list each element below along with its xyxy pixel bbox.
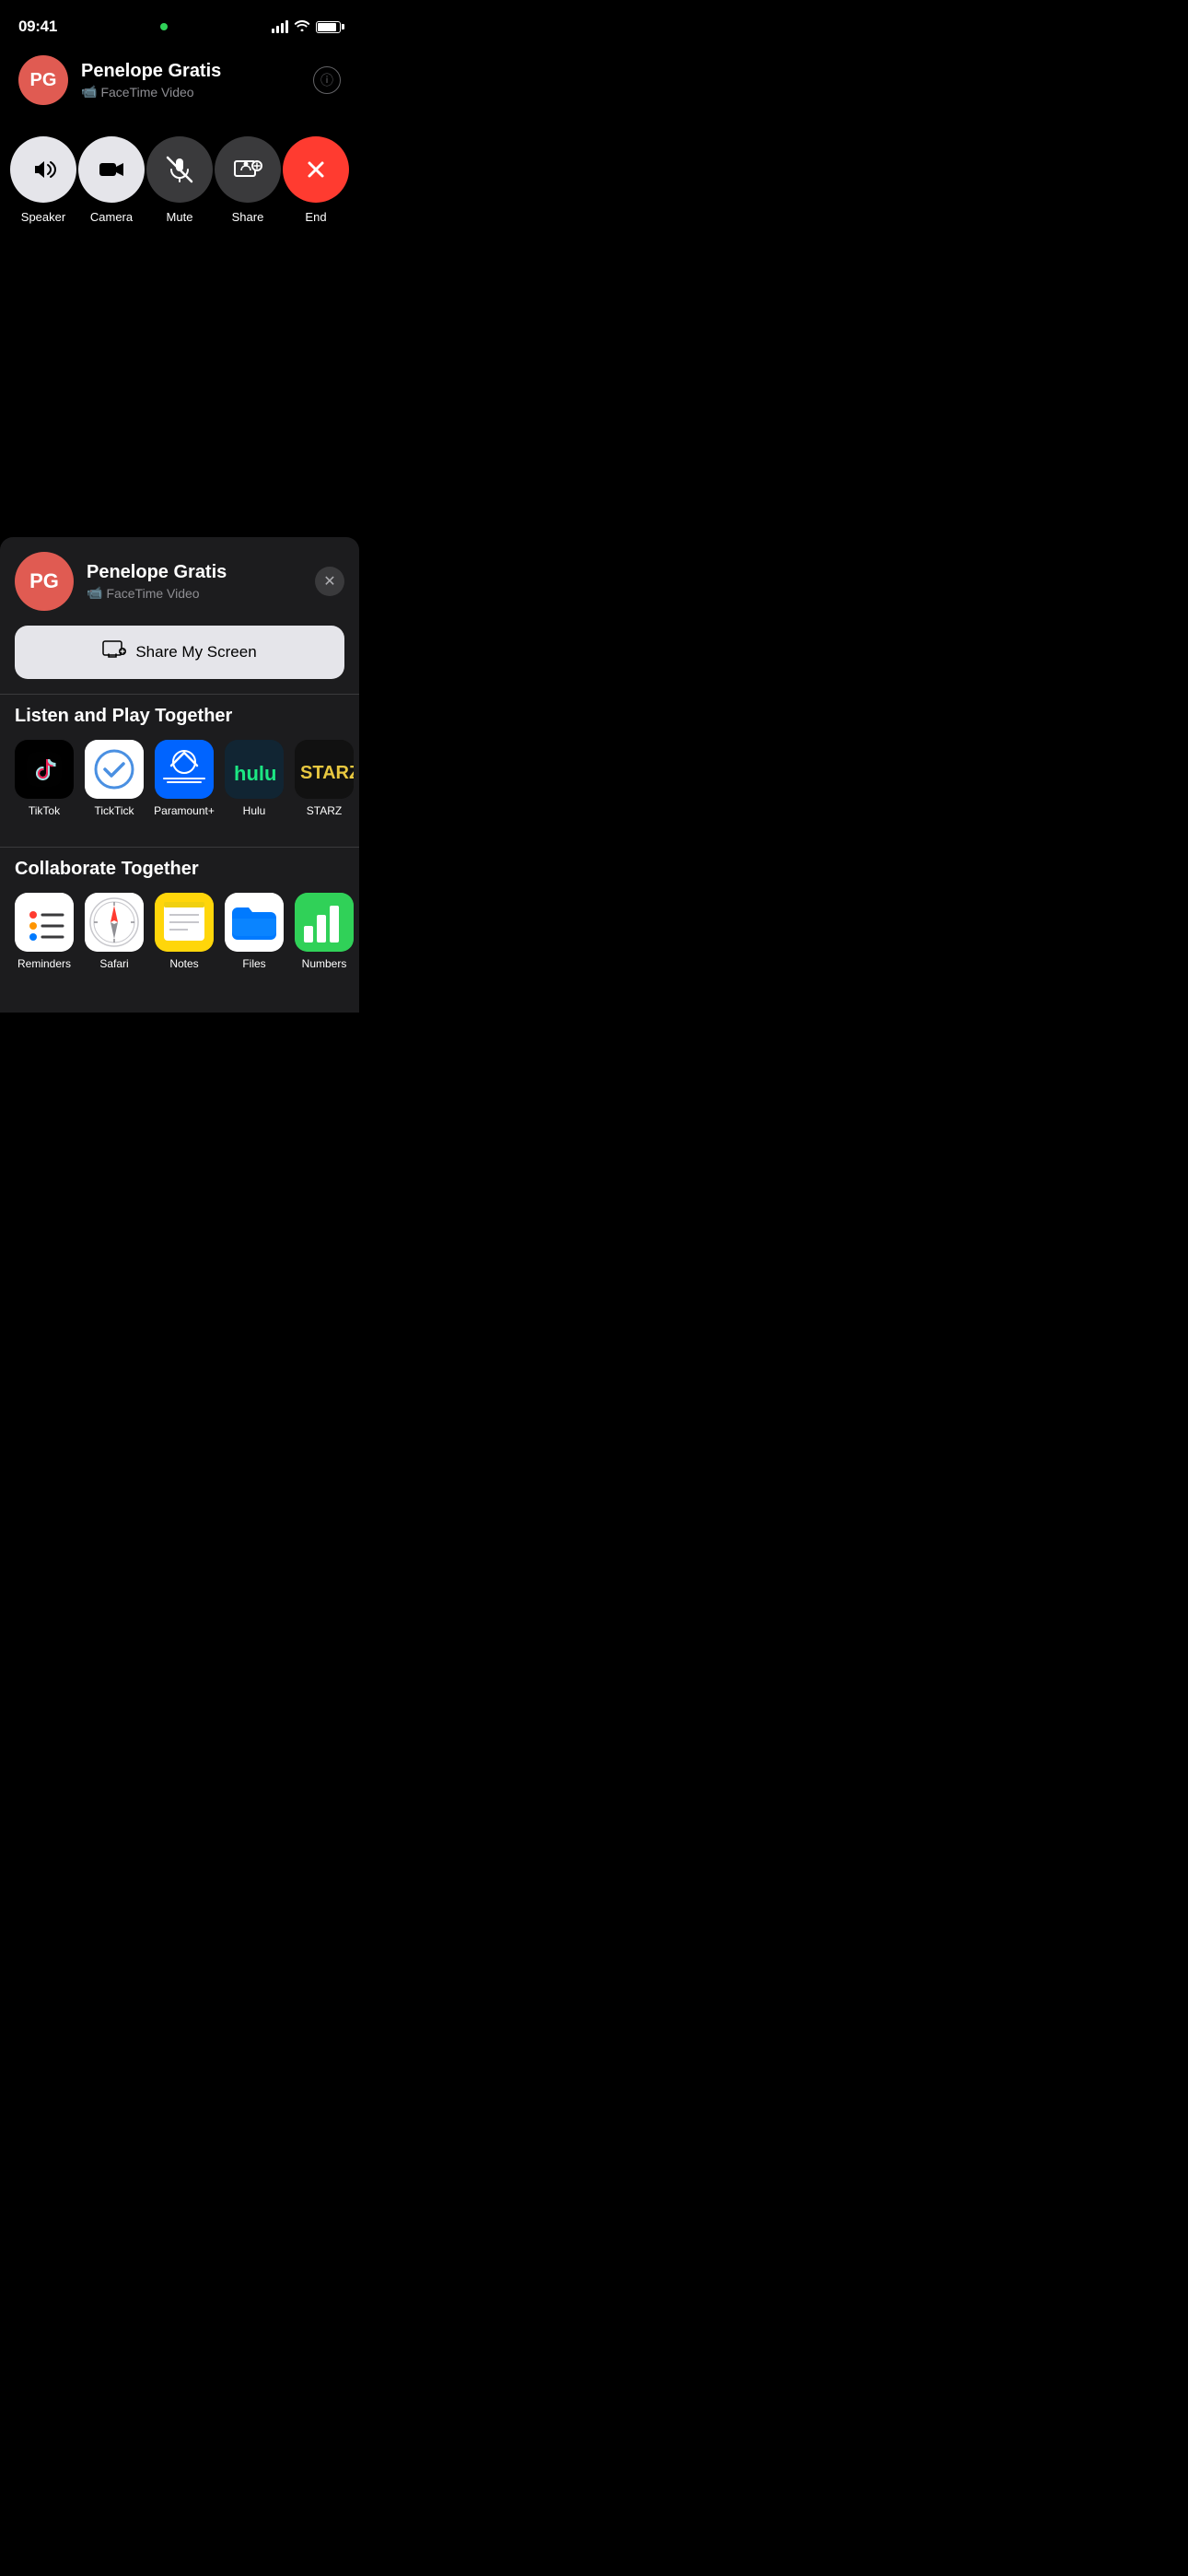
notes-label: Notes [169, 957, 198, 970]
svg-text:hulu: hulu [234, 762, 276, 785]
end-button[interactable]: End [283, 136, 349, 224]
camera-circle [78, 136, 145, 203]
files-label: Files [242, 957, 265, 970]
hulu-label: Hulu [243, 804, 266, 817]
hulu-icon: hulu [225, 740, 284, 799]
ticktick-label: TickTick [94, 804, 134, 817]
app-item-safari[interactable]: Safari [85, 893, 144, 970]
sheet-avatar: PG [15, 552, 74, 611]
notes-icon [155, 893, 214, 952]
listen-play-grid: TikTok TickTick [0, 740, 359, 832]
call-info: PG Penelope Gratis 📹 FaceTime Video [18, 55, 221, 105]
share-my-screen-button[interactable]: Share My Screen [15, 626, 344, 679]
speaker-button[interactable]: Speaker [10, 136, 76, 224]
app-item-numbers[interactable]: Numbers [295, 893, 354, 970]
starz-label: STARZ [307, 804, 342, 817]
app-item-notes[interactable]: Notes [155, 893, 214, 970]
paramount-icon [155, 740, 214, 799]
tiktok-label: TikTok [29, 804, 60, 817]
info-button[interactable]: ⓘ [313, 66, 341, 94]
ticktick-icon [85, 740, 144, 799]
green-dot [160, 23, 168, 30]
signal-icon [272, 20, 288, 33]
status-bar: 09:41 [0, 0, 359, 46]
battery-icon [316, 21, 341, 33]
sheet-video-icon: 📹 [87, 585, 102, 601]
safari-icon [85, 893, 144, 952]
wifi-icon [294, 18, 310, 35]
collaborate-grid: Reminders [0, 893, 359, 985]
share-label: Share [232, 210, 264, 224]
starz-icon: STARZ [295, 740, 354, 799]
app-item-ticktick[interactable]: TickTick [85, 740, 144, 817]
tiktok-icon [15, 740, 74, 799]
section-divider-2 [0, 847, 359, 848]
camera-label: Camera [90, 210, 133, 224]
video-icon: 📹 [81, 84, 97, 100]
share-screen-icon [102, 640, 126, 664]
call-controls: Speaker Camera Mute [0, 114, 359, 242]
app-item-tiktok[interactable]: TikTok [15, 740, 74, 817]
app-item-starz[interactable]: STARZ STARZ [295, 740, 354, 817]
sheet-header: PG Penelope Gratis 📹 FaceTime Video ✕ [0, 552, 359, 626]
status-time: 09:41 [18, 18, 57, 36]
share-screen-label: Share My Screen [135, 643, 256, 662]
share-sheet: PG Penelope Gratis 📹 FaceTime Video ✕ Sh… [0, 537, 359, 1013]
reminders-label: Reminders [17, 957, 71, 970]
video-area [0, 242, 359, 537]
app-item-reminders[interactable]: Reminders [15, 893, 74, 970]
numbers-icon [295, 893, 354, 952]
mute-label: Mute [167, 210, 193, 224]
call-header: PG Penelope Gratis 📹 FaceTime Video ⓘ [0, 46, 359, 114]
listen-play-title: Listen and Play Together [0, 706, 359, 740]
share-circle [215, 136, 281, 203]
sheet-name: Penelope Gratis [87, 562, 227, 583]
end-label: End [305, 210, 326, 224]
app-item-paramount[interactable]: Paramount+ [155, 740, 214, 817]
section-divider-1 [0, 694, 359, 695]
speaker-label: Speaker [21, 210, 65, 224]
svg-text:STARZ: STARZ [300, 763, 354, 783]
speaker-circle [10, 136, 76, 203]
avatar: PG [18, 55, 68, 105]
caller-name: Penelope Gratis [81, 61, 221, 82]
close-button[interactable]: ✕ [315, 567, 344, 596]
bottom-spacer [0, 985, 359, 1013]
end-circle [283, 136, 349, 203]
sheet-details: Penelope Gratis 📹 FaceTime Video [87, 562, 227, 601]
sheet-call-type: 📹 FaceTime Video [87, 585, 227, 601]
call-type: 📹 FaceTime Video [81, 84, 221, 100]
sheet-caller: PG Penelope Gratis 📹 FaceTime Video [15, 552, 227, 611]
paramount-label: Paramount+ [154, 804, 215, 817]
call-details: Penelope Gratis 📹 FaceTime Video [81, 61, 221, 100]
files-icon [225, 893, 284, 952]
collaborate-title: Collaborate Together [0, 859, 359, 893]
safari-label: Safari [99, 957, 128, 970]
reminders-icon [15, 893, 74, 952]
mute-circle [146, 136, 213, 203]
app-item-hulu[interactable]: hulu Hulu [225, 740, 284, 817]
camera-button[interactable]: Camera [78, 136, 145, 224]
mute-button[interactable]: Mute [146, 136, 213, 224]
status-right [272, 18, 341, 35]
numbers-label: Numbers [302, 957, 347, 970]
share-button[interactable]: Share [215, 136, 281, 224]
app-item-files[interactable]: Files [225, 893, 284, 970]
